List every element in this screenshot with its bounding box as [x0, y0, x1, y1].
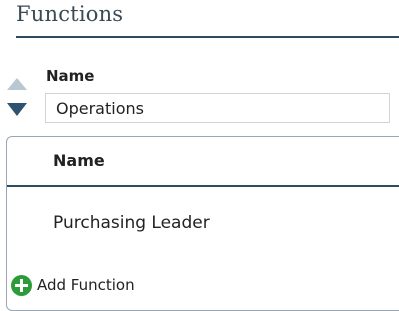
name-input[interactable] — [45, 93, 390, 123]
grid-header: Name — [7, 137, 399, 187]
section-title: Functions — [16, 2, 124, 26]
function-name-cell[interactable]: Purchasing Leader — [53, 213, 210, 233]
title-divider — [16, 36, 399, 38]
add-function-button[interactable]: Add Function — [11, 273, 135, 297]
functions-grid: Name Purchasing Leader Add Function — [6, 136, 399, 311]
add-function-label: Add Function — [37, 276, 135, 294]
sort-up-icon[interactable] — [7, 78, 27, 90]
plus-circle-icon — [11, 274, 32, 296]
column-header-name[interactable]: Name — [53, 151, 105, 170]
sort-down-icon[interactable] — [7, 103, 27, 116]
name-field-label: Name — [46, 67, 95, 85]
table-row[interactable]: Purchasing Leader — [7, 187, 399, 261]
